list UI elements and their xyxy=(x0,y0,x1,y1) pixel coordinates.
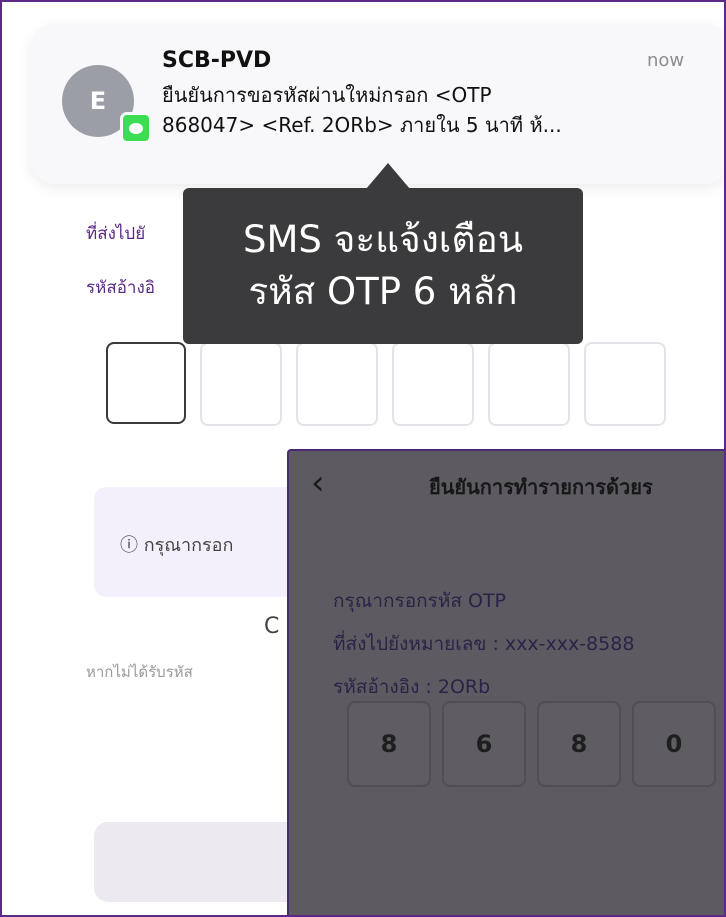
reference-label: รหัสอ้างอิ xyxy=(86,278,155,298)
notification-sender: SCB-PVD xyxy=(162,48,272,73)
info-text: ⓘ กรุณากรอก xyxy=(120,535,234,556)
otp-digit-4[interactable]: 0 xyxy=(632,701,716,787)
otp-digit-3[interactable]: 8 xyxy=(537,701,621,787)
notification-time: now xyxy=(647,50,685,71)
otp-digit-input-6[interactable] xyxy=(584,342,666,426)
sent-to-label: ที่ส่งไปยั xyxy=(86,224,146,244)
otp-digit-input-5[interactable] xyxy=(488,342,570,426)
avatar-letter: E xyxy=(89,87,107,115)
otp-digit-2[interactable]: 6 xyxy=(442,701,526,787)
otp-filled-row: 8 6 8 0 xyxy=(347,701,716,787)
resend-button[interactable]: C xyxy=(264,614,279,639)
tooltip-arrow xyxy=(366,163,410,189)
otp-digit-input-2[interactable] xyxy=(200,342,282,426)
otp-confirm-panel: ‹ ยืนยันการทำรายการด้วยร กรุณากรอกรหัส O… xyxy=(287,449,724,915)
not-received-text: หากไม่ได้รับรหัส xyxy=(86,663,193,681)
panel-title: ยืนยันการทำรายการด้วยร xyxy=(429,475,653,499)
otp-digit-input-4[interactable] xyxy=(392,342,474,426)
tooltip-line-2: รหัส OTP 6 หลัก xyxy=(248,270,518,313)
messages-icon xyxy=(120,112,152,144)
sms-tooltip: SMS จะแจ้งเตือน รหัส OTP 6 หลัก xyxy=(183,188,583,344)
reference-code: รหัสอ้างอิง : 2ORb xyxy=(333,676,491,698)
sent-to-number: ที่ส่งไปยังหมายเลข : xxx-xxx-8588 xyxy=(333,633,635,655)
notification-body-line-2: 868047> <Ref. 2ORb> ภายใน 5 นาที ห้... xyxy=(162,113,562,137)
otp-instruction: กรุณากรอกรหัส OTP xyxy=(333,590,507,612)
notification-body: ยืนยันการขอรหัสผ่านใหม่กรอก <OTP 868047>… xyxy=(162,80,707,140)
tooltip-line-1: SMS จะแจ้งเตือน xyxy=(243,218,523,261)
otp-digit-input-1[interactable] xyxy=(106,342,186,424)
otp-input-row xyxy=(106,342,666,426)
notification-body-line-1: ยืนยันการขอรหัสผ่านใหม่กรอก <OTP xyxy=(162,83,492,107)
tooltip-text: SMS จะแจ้งเตือน รหัส OTP 6 หลัก xyxy=(183,214,583,318)
screenshot-frame: ที่ส่งไปยั รหัสอ้างอิ ⓘ กรุณากรอก C หากไ… xyxy=(0,0,726,917)
back-chevron-icon[interactable]: ‹ xyxy=(311,463,325,503)
otp-digit-1[interactable]: 8 xyxy=(347,701,431,787)
otp-digit-input-3[interactable] xyxy=(296,342,378,426)
